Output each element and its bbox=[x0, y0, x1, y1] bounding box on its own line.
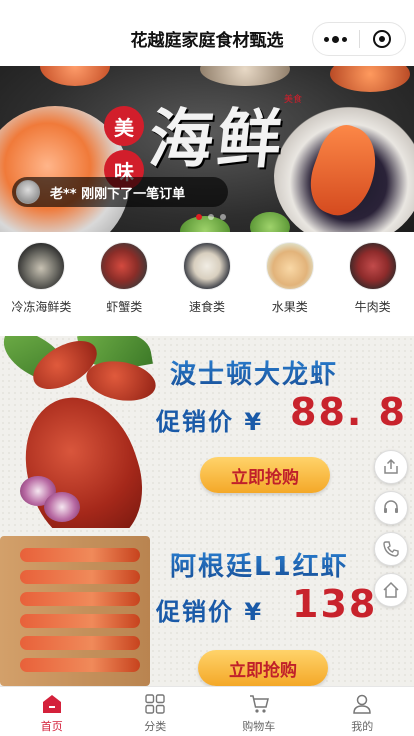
banner-decoration bbox=[200, 66, 290, 86]
target-close-icon bbox=[373, 30, 392, 48]
customer-service-button[interactable] bbox=[374, 491, 408, 525]
shrimp-image bbox=[20, 614, 140, 628]
home-icon bbox=[42, 695, 61, 713]
home-button[interactable] bbox=[374, 573, 408, 607]
promo-card-lobster[interactable]: 波士顿大龙虾 促销价 ¥ 88. 8 立即抢购 bbox=[0, 336, 414, 528]
promo-product-name: 阿根廷L1红虾 bbox=[170, 546, 349, 583]
category-row: 冷冻海鲜类 虾蟹类 速食类 水果类 牛肉类 bbox=[0, 232, 414, 336]
phone-icon bbox=[383, 541, 399, 557]
banner-indicators bbox=[196, 214, 226, 220]
category-label: 虾蟹类 bbox=[106, 300, 143, 314]
shrimp-image bbox=[20, 658, 140, 672]
indicator-dot[interactable] bbox=[220, 214, 226, 220]
lobster-image bbox=[7, 382, 159, 528]
promo-price: 88. 8 bbox=[290, 390, 407, 434]
beef-image bbox=[348, 242, 397, 290]
shrimp-image bbox=[20, 592, 140, 606]
order-notice: 老** 刚刚下了一笔订单 bbox=[12, 177, 228, 207]
banner-decoration bbox=[40, 66, 110, 86]
phone-button[interactable] bbox=[374, 532, 408, 566]
indicator-dot[interactable] bbox=[196, 214, 202, 220]
more-button[interactable] bbox=[313, 23, 359, 55]
bottom-tab-bar: 首页 分类 购物车 我的 bbox=[0, 686, 414, 736]
close-button[interactable] bbox=[360, 23, 406, 55]
customer-service-icon bbox=[384, 500, 398, 513]
fruit-image bbox=[265, 242, 314, 290]
tab-mine[interactable]: 我的 bbox=[311, 687, 414, 736]
banner-calligraphy: 海鲜 bbox=[145, 102, 290, 177]
category-fruit[interactable]: 水果类 bbox=[248, 232, 331, 336]
category-label: 速食类 bbox=[188, 300, 225, 314]
user-icon bbox=[353, 694, 372, 714]
banner-decoration bbox=[330, 66, 410, 92]
tab-label: 购物车 bbox=[242, 720, 276, 733]
category-label: 水果类 bbox=[271, 300, 308, 314]
more-dots-icon bbox=[324, 35, 348, 43]
category-beef[interactable]: 牛肉类 bbox=[331, 232, 414, 336]
category-frozen-seafood[interactable]: 冷冻海鲜类 bbox=[0, 232, 83, 336]
fast-food-image bbox=[182, 242, 231, 290]
tab-label: 分类 bbox=[144, 720, 167, 733]
promo-price: 138 bbox=[292, 582, 378, 626]
tab-home[interactable]: 首页 bbox=[0, 687, 104, 736]
shrimp-crab-image bbox=[100, 242, 149, 290]
share-icon bbox=[384, 458, 398, 474]
promo-card-red-shrimp[interactable]: 阿根廷L1红虾 促销价 ¥ 138 立即抢购 bbox=[0, 528, 414, 686]
category-shrimp-crab[interactable]: 虾蟹类 bbox=[83, 232, 166, 336]
promo-product-name: 波士顿大龙虾 bbox=[170, 354, 338, 391]
seafood-banner[interactable]: 美 味 海鲜 美食 老** 刚刚下了一笔订单 bbox=[0, 66, 414, 232]
home-icon bbox=[383, 581, 399, 598]
nav-header: 花越庭家庭食材甄选 bbox=[0, 0, 414, 66]
promo-price-label: 促销价 ¥ bbox=[156, 598, 264, 626]
promo-price-label: 促销价 ¥ bbox=[156, 408, 264, 436]
shrimp-image bbox=[20, 636, 140, 650]
shrimp-image bbox=[20, 570, 140, 584]
order-notice-text: 老** 刚刚下了一笔订单 bbox=[50, 186, 186, 202]
share-button[interactable] bbox=[374, 450, 408, 484]
tab-label: 我的 bbox=[351, 720, 374, 733]
frozen-seafood-image bbox=[17, 242, 66, 290]
category-grid-icon bbox=[145, 694, 165, 714]
buy-now-button[interactable]: 立即抢购 bbox=[198, 650, 328, 686]
cart-icon bbox=[249, 695, 269, 713]
tab-label: 首页 bbox=[40, 720, 63, 733]
seal-mei: 美 bbox=[104, 106, 144, 146]
category-fast-food[interactable]: 速食类 bbox=[166, 232, 249, 336]
category-label: 牛肉类 bbox=[354, 300, 391, 314]
indicator-dot[interactable] bbox=[208, 214, 214, 220]
tab-cart[interactable]: 购物车 bbox=[207, 687, 311, 736]
buy-now-button[interactable]: 立即抢购 bbox=[200, 457, 330, 493]
onion-decoration bbox=[44, 492, 80, 522]
banner-decoration bbox=[250, 212, 290, 232]
banner-small-mark: 美食 bbox=[284, 95, 303, 105]
tab-category[interactable]: 分类 bbox=[104, 687, 208, 736]
shrimp-image bbox=[20, 548, 140, 562]
avatar bbox=[16, 180, 40, 204]
category-label: 冷冻海鲜类 bbox=[11, 300, 72, 314]
mini-program-capsule bbox=[312, 22, 406, 56]
